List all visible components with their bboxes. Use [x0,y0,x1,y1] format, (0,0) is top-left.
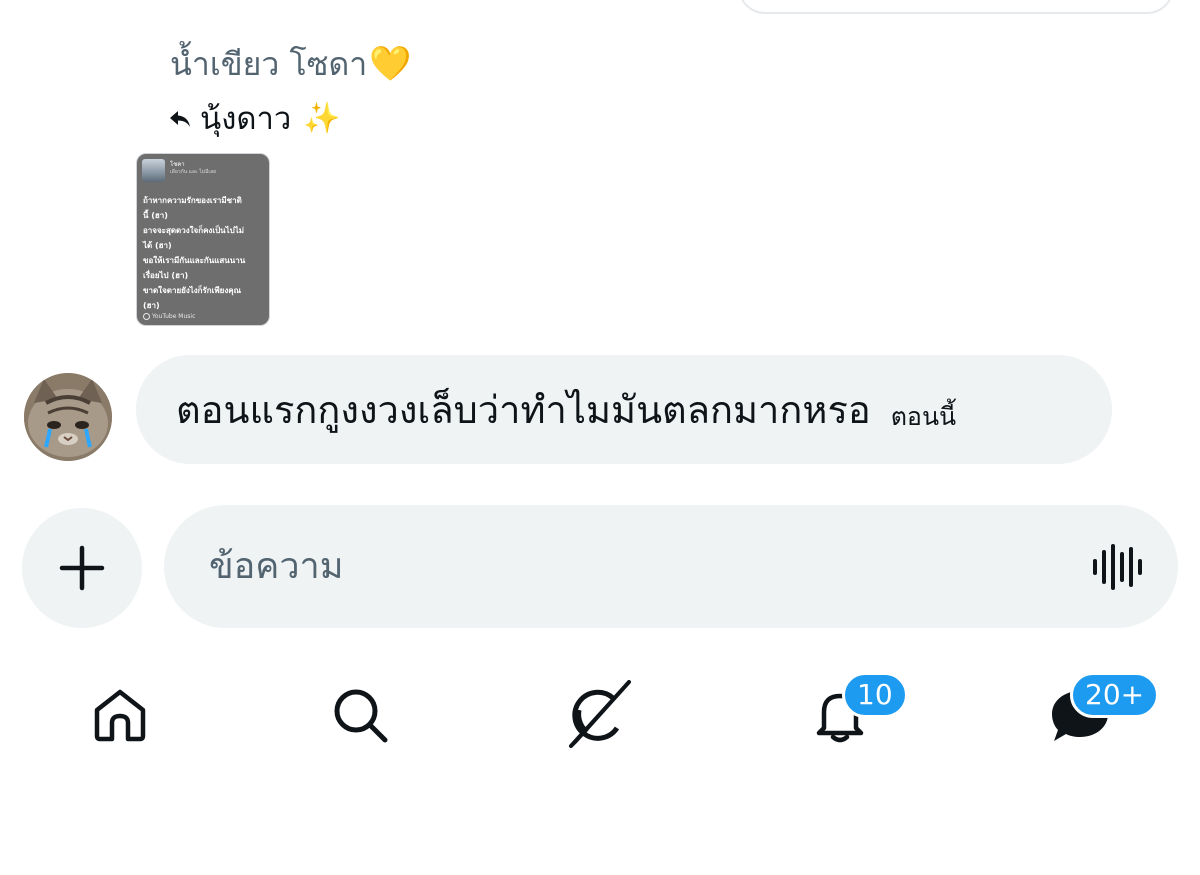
avatar[interactable] [24,373,112,461]
lyrics-text: ถ้าหากความรักของเรามีชาติ นี้ (ฮา) อาจจะ… [137,182,269,313]
message-text: ตอนแรกกูงงวงเล็บว่าทำไมมันตลกมากหรอ [176,388,871,432]
lyric-line: ได้ (ฮา) [143,241,172,250]
yellow-heart-emoji: 💛 [369,44,412,84]
nav-grok[interactable] [560,670,640,760]
voice-message-icon[interactable] [1092,544,1144,590]
bottom-navigation: 10 20+ [0,670,1200,760]
add-media-button[interactable] [22,508,142,628]
messages-badge: 20+ [1070,672,1160,718]
message-composer [164,505,1178,628]
notifications-badge: 10 [842,672,908,718]
lyric-line: นี้ (ฮา) [143,211,168,220]
message-bubble[interactable]: ตอนแรกกูงงวงเล็บว่าทำไมมันตลกมากหรอ ตอนน… [136,355,1112,464]
reply-arrow-icon [170,111,190,127]
message-input[interactable] [207,545,1071,588]
lyric-line: (ฮา) [143,301,160,310]
search-icon [334,689,388,743]
youtube-music-brand: YouTube Music [143,313,195,320]
previous-message-bubble [738,0,1174,14]
reply-author: นุ้งดาว ✨ [168,97,341,141]
shared-lyrics-card[interactable]: โชคา เดียวกัน และ ไม่มีเลย ถ้าหากความรัก… [136,153,270,326]
replied-user-name: น้ำเขียว โซดา [170,45,368,83]
sparkles-emoji: ✨ [303,101,341,136]
reply-context: น้ำเขียว โซดา 💛 [170,42,412,86]
youtube-music-icon [143,313,150,320]
plus-icon [59,545,105,591]
nav-explore[interactable] [320,670,400,760]
song-artist: เดียวกัน และ ไม่มีเลย [170,169,217,175]
nav-home[interactable] [80,670,160,760]
lyric-line: ถ้าหากความรักของเรามีชาติ [143,196,242,205]
lyric-line: ขอให้เรามีกันและกันแสนนาน [143,256,246,265]
reply-author-name: นุ้งดาว [200,101,292,137]
lyric-line: เรื่อยไป (ฮา) [143,271,189,280]
grok-icon [569,680,631,748]
message-timestamp: ตอนนี้ [890,401,957,431]
lyrics-card-header: โชคา เดียวกัน และ ไม่มีเลย [137,154,269,182]
album-art-thumbnail [142,159,165,182]
home-icon [94,689,146,742]
crying-cat-avatar-icon [24,373,112,461]
lyric-line: ขาดใจตายยังไงก็รักเพียงคุณ [143,286,242,295]
lyric-line: อาจจะสุดดวงใจก็คงเป็นไปไม่ [143,226,245,235]
song-title: โชคา [170,161,185,168]
brand-label: YouTube Music [152,313,196,320]
